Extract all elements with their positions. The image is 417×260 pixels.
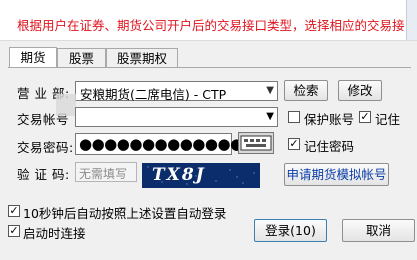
password-input[interactable]: ●●●●●●●●●●●●● <box>75 133 243 155</box>
cancel-button[interactable]: 取消 <box>342 219 415 242</box>
apply-simulation-account-button[interactable]: 申请期货模拟帐号 <box>284 163 389 186</box>
captcha-image-text: TX8J <box>152 165 206 185</box>
auto-login-checkbox[interactable]: ✓ <box>8 205 20 217</box>
modify-button[interactable]: 修改 <box>338 80 382 101</box>
captcha-label: 验 证 码: <box>17 167 70 182</box>
captcha-input[interactable]: 无需填写 <box>75 162 137 182</box>
password-label: 交易密码: <box>17 140 74 155</box>
tab-stocks[interactable]: 股票 <box>57 48 106 67</box>
chevron-down-icon: ▼ <box>266 85 274 96</box>
auto-connect-checkbox[interactable]: ✓ <box>8 225 20 237</box>
captcha-placeholder: 无需填写 <box>79 167 128 181</box>
tab-futures[interactable]: 期货 <box>9 47 57 68</box>
remember-password-label: 记住密码 <box>304 139 355 154</box>
protect-account-checkbox[interactable] <box>288 111 300 123</box>
soft-keyboard-icon[interactable] <box>238 132 274 154</box>
auto-connect-label: 启动时连接 <box>23 226 86 241</box>
captcha-image[interactable]: TX8J <box>142 163 260 188</box>
broker-select-value: 安粮期货(二席电信) - CTP <box>80 87 227 102</box>
login-button[interactable]: 登录(10) <box>254 219 327 242</box>
info-banner: 根据用户在证券、期货公司开户后的交易接口类型，选择相应的交易接口。 <box>0 0 417 41</box>
broker-select[interactable]: 安粮期货(二席电信) - CTP ▼ <box>75 81 278 102</box>
remember-password-checkbox[interactable]: ✓ <box>288 138 300 150</box>
chevron-down-icon: ▼ <box>266 111 274 122</box>
remember-account-label: 记住 <box>375 112 401 127</box>
account-input[interactable]: ▼ <box>75 107 278 127</box>
tab-stock-options[interactable]: 股票期权 <box>106 48 178 67</box>
protect-account-label: 保护账号 <box>304 112 355 127</box>
remember-account-checkbox[interactable]: ✓ <box>359 111 371 123</box>
search-button[interactable]: 检索 <box>284 80 328 101</box>
password-dots: ●●●●●●●●●●●●● <box>79 135 243 153</box>
tab-panel-border <box>8 67 411 68</box>
auto-login-label: 10秒钟后自动按照上述设置自动登录 <box>23 206 227 221</box>
banner-scroll-edge <box>406 0 417 40</box>
banner-text: 根据用户在证券、期货公司开户后的交易接口类型，选择相应的交易接口。 <box>17 18 417 33</box>
redaction-blur <box>56 94 76 116</box>
